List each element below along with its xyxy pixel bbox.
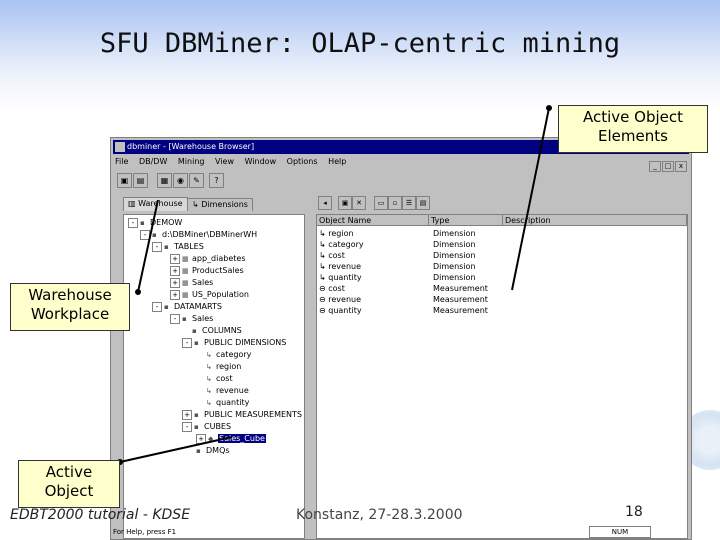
pointer-active-object [119, 436, 233, 463]
pointer-dot [135, 289, 141, 295]
pointer-active-object-elements [511, 107, 550, 291]
callout-active-object: Active Object [18, 460, 120, 508]
pointer-dot [546, 105, 552, 111]
callout-active-object-elements: Active Object Elements [558, 105, 708, 153]
callout-pointers [117, 105, 552, 465]
callout-warehouse-workplace: Warehouse Workplace [10, 283, 130, 331]
footer-middle: Konstanz, 27-28.3.2000 [296, 507, 463, 523]
page-number: 18 [625, 504, 643, 520]
pointer-warehouse-workplace [137, 199, 159, 293]
footer-left: EDBT2000 tutorial - KDSE [10, 507, 191, 523]
